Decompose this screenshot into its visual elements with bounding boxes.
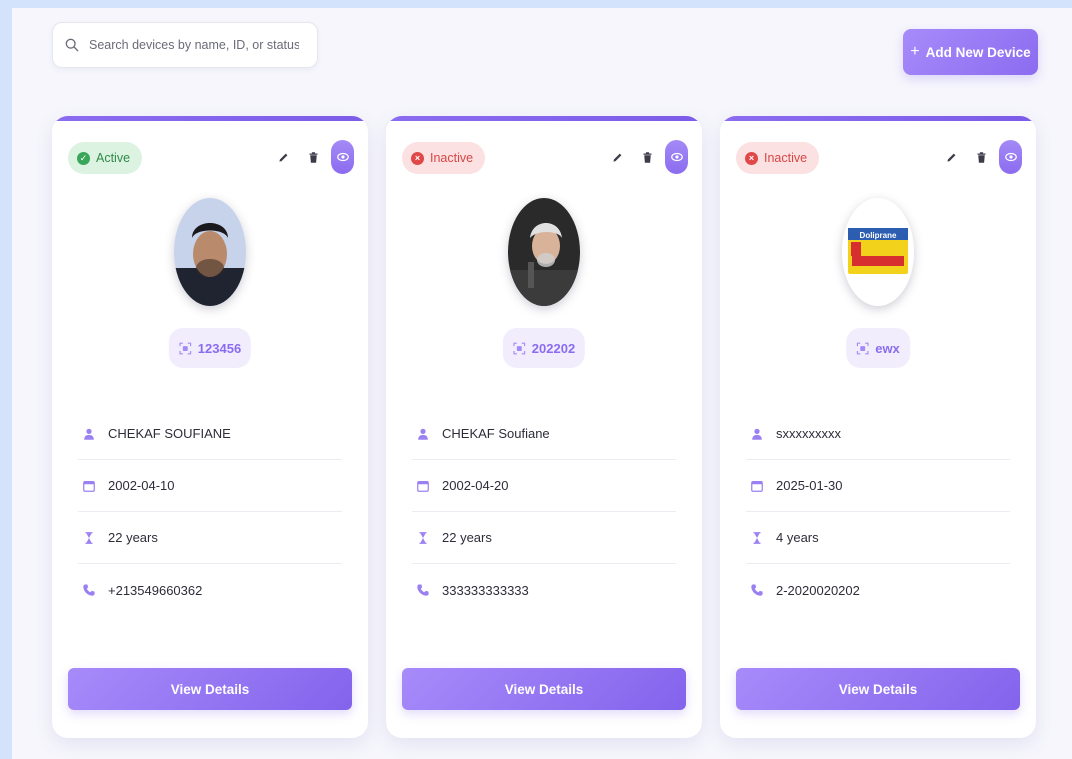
owner-phone: +213549660362 (108, 582, 203, 598)
device-id: 123456 (197, 340, 242, 356)
owner-phone: 333333333333 (442, 582, 529, 598)
status-label: Inactive (430, 151, 474, 165)
plus-icon: + (910, 43, 920, 60)
calendar-icon (751, 480, 763, 492)
view-details-button[interactable]: View Details (68, 668, 352, 710)
delete-button[interactable] (969, 145, 993, 169)
svg-text:Doliprane: Doliprane (860, 231, 897, 240)
info-row-age: 22 years (412, 512, 676, 564)
view-details-button[interactable]: View Details (402, 668, 686, 710)
user-icon (84, 428, 94, 440)
calendar-icon (417, 480, 429, 492)
user-icon (752, 428, 762, 440)
search-input[interactable] (89, 38, 299, 52)
hourglass-icon (753, 531, 761, 544)
device-id: 202202 (531, 340, 576, 356)
info-row-age: 22 years (78, 512, 342, 564)
trash-icon (308, 151, 318, 163)
info-row-date: 2002-04-20 (412, 460, 676, 512)
info-row-age: 4 years (746, 512, 1010, 564)
user-icon (418, 428, 428, 440)
eye-icon (1004, 152, 1017, 162)
hourglass-icon (85, 531, 93, 544)
edit-button[interactable] (605, 145, 629, 169)
eye-icon (670, 152, 683, 162)
search-bar[interactable] (52, 22, 318, 68)
trash-icon (642, 151, 652, 163)
owner-name: CHEKAF Soufiane (442, 426, 550, 441)
scan-icon (179, 342, 192, 354)
eye-icon (336, 152, 349, 162)
pencil-icon (612, 153, 621, 162)
owner-phone: 2-2020020202 (776, 582, 860, 598)
scan-icon (856, 342, 869, 354)
status-badge: ✓ Active (68, 142, 143, 174)
status-icon: ✓ (77, 151, 90, 165)
info-row-phone: 2-2020020202 (746, 564, 1010, 616)
card-actions (605, 140, 688, 174)
owner-name: CHEKAF SOUFIANE (108, 426, 231, 441)
view-details-button[interactable]: View Details (736, 668, 1020, 710)
device-id-badge: 123456 (168, 328, 252, 368)
older-man-speaker-photo (508, 198, 580, 306)
scan-icon (513, 342, 526, 354)
phone-icon (417, 584, 429, 596)
card-accent-bar (386, 116, 702, 121)
add-new-device-label: Add New Device (925, 44, 1031, 60)
doliprane-box-photo: Doliprane (842, 198, 914, 306)
status-badge: × Inactive (736, 142, 820, 174)
card-actions (271, 140, 354, 174)
device-date: 2002-04-10 (108, 478, 175, 493)
status-icon: × (411, 151, 424, 165)
status-icon: × (745, 151, 758, 165)
search-icon (65, 38, 79, 52)
card-accent-bar (52, 116, 368, 121)
device-info-list: sxxxxxxxxx 2025-01-30 4 years 2-20200202… (746, 408, 1010, 616)
pencil-icon (946, 153, 955, 162)
calendar-icon (83, 480, 95, 492)
delete-button[interactable] (301, 145, 325, 169)
status-label: Active (96, 151, 131, 165)
card-actions (939, 140, 1022, 174)
owner-age: 4 years (776, 530, 819, 545)
edit-button[interactable] (271, 145, 295, 169)
device-card: × Inactive Doliprane ewx sxxxxxxxxx 2025… (720, 116, 1036, 738)
owner-name: sxxxxxxxxx (776, 426, 841, 441)
pencil-icon (278, 153, 287, 162)
device-date: 2025-01-30 (776, 478, 843, 493)
info-row-date: 2025-01-30 (746, 460, 1010, 512)
edit-button[interactable] (939, 145, 963, 169)
device-info-list: CHEKAF Soufiane 2002-04-20 22 years 3333… (412, 408, 676, 616)
status-label: Inactive (764, 151, 808, 165)
hourglass-icon (419, 531, 427, 544)
info-row-date: 2002-04-10 (78, 460, 342, 512)
device-id: ewx (875, 340, 900, 356)
view-button[interactable] (999, 140, 1022, 174)
info-row-phone: +213549660362 (78, 564, 342, 616)
info-row-name: sxxxxxxxxx (746, 408, 1010, 460)
device-id-badge: 202202 (502, 328, 586, 368)
add-new-device-button[interactable]: + Add New Device (903, 29, 1038, 75)
info-row-name: CHEKAF Soufiane (412, 408, 676, 460)
owner-age: 22 years (442, 530, 492, 545)
phone-icon (83, 584, 95, 596)
delete-button[interactable] (635, 145, 659, 169)
young-man-photo (174, 198, 246, 306)
phone-icon (751, 584, 763, 596)
card-accent-bar (720, 116, 1036, 121)
device-id-badge: ewx (846, 328, 910, 368)
view-button[interactable] (665, 140, 688, 174)
trash-icon (976, 151, 986, 163)
device-card: × Inactive 202202 CHEKAF Soufiane 2002-0… (386, 116, 702, 738)
device-info-list: CHEKAF SOUFIANE 2002-04-10 22 years +213… (78, 408, 342, 616)
device-date: 2002-04-20 (442, 478, 509, 493)
info-row-phone: 333333333333 (412, 564, 676, 616)
device-card: ✓ Active 123456 CHEKAF SOUFIANE 2002-04-… (52, 116, 368, 738)
owner-age: 22 years (108, 530, 158, 545)
info-row-name: CHEKAF SOUFIANE (78, 408, 342, 460)
view-button[interactable] (331, 140, 354, 174)
status-badge: × Inactive (402, 142, 486, 174)
